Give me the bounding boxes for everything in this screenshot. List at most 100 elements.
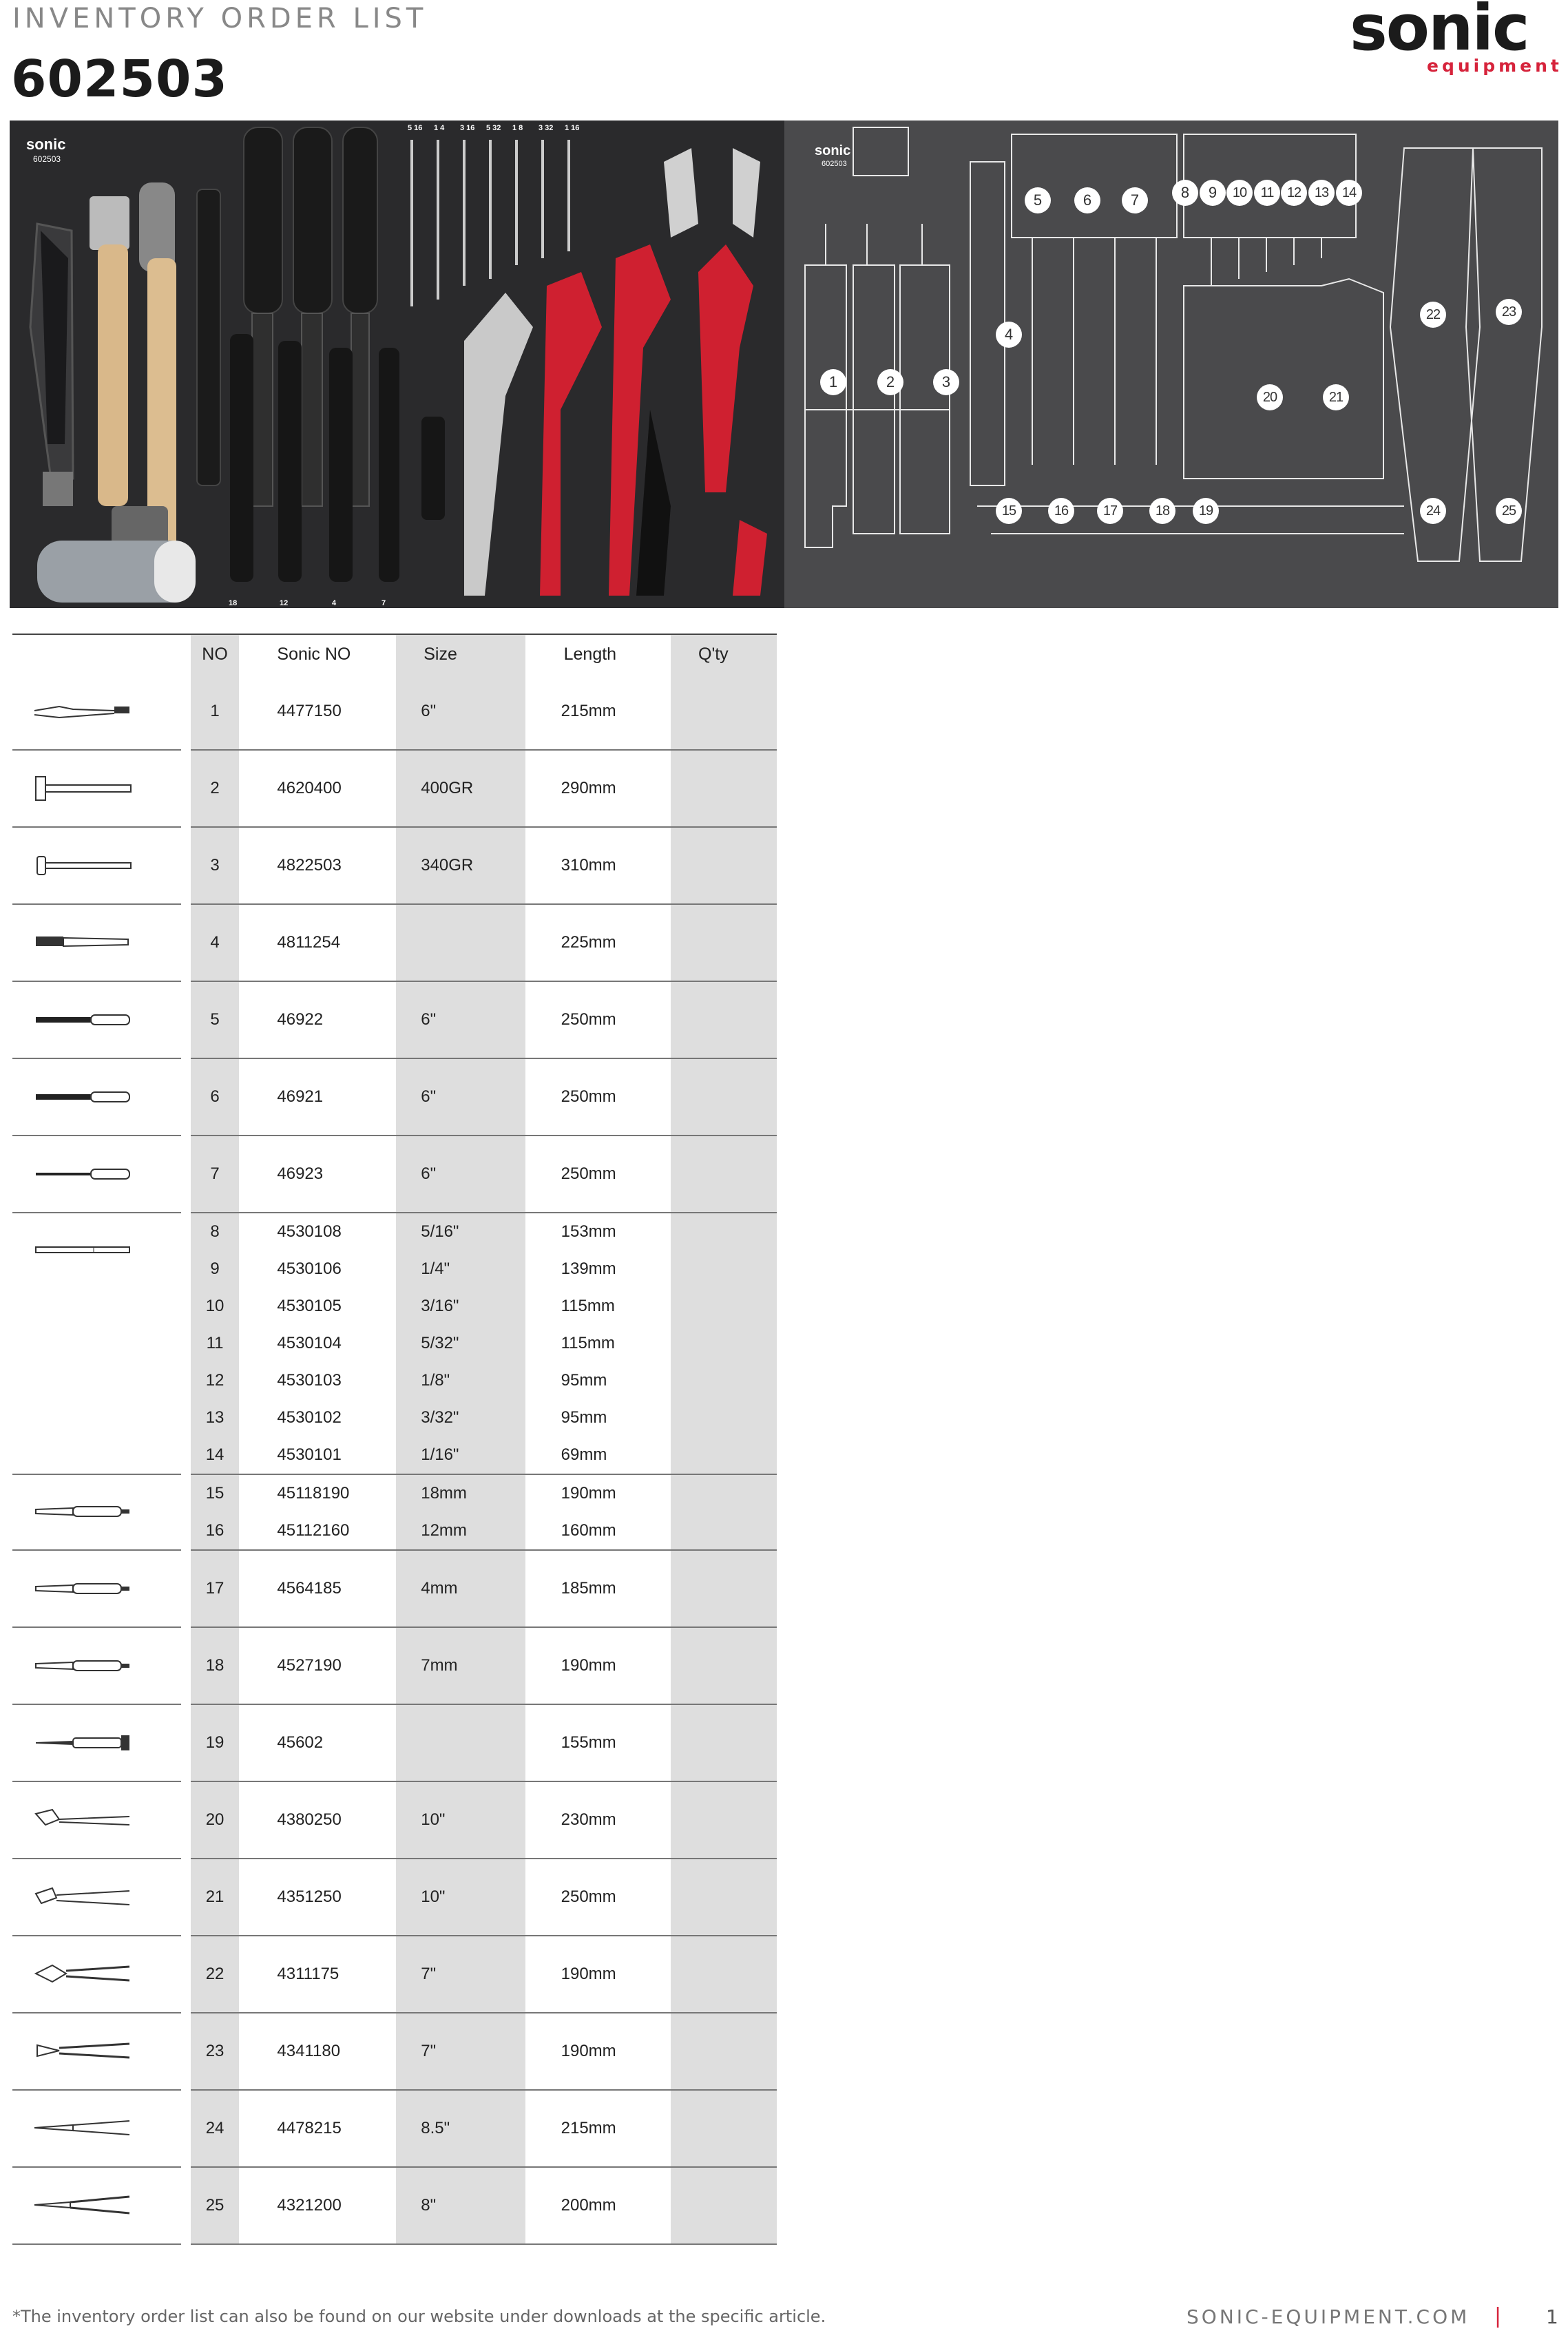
footer-website-link[interactable]: SONIC-EQUIPMENT.COM xyxy=(1187,2305,1470,2328)
tool-icon xyxy=(36,856,132,875)
qty-cell[interactable] xyxy=(671,1550,777,1628)
qty-cell[interactable] xyxy=(671,1436,777,1475)
qty-cell[interactable] xyxy=(671,1136,777,1213)
files xyxy=(243,127,378,507)
size-cell: 18mm xyxy=(396,1474,525,1512)
layout-badge-17: 17 xyxy=(1097,498,1123,524)
qty-cell[interactable] xyxy=(671,673,777,751)
qty-cell[interactable] xyxy=(671,1058,777,1136)
size-cell: 6" xyxy=(396,673,525,751)
item-thumbnail xyxy=(12,2090,182,2168)
sonic-no-cell: 46922 xyxy=(249,981,386,1059)
item-no-cell: 7 xyxy=(191,1136,239,1213)
logo-subtext: equipment xyxy=(1427,56,1562,76)
qty-cell[interactable] xyxy=(671,1399,777,1436)
layout-brand: sonic xyxy=(815,143,850,158)
qty-cell[interactable] xyxy=(671,1704,777,1782)
table-row: 1 4477150 6" 215mm xyxy=(12,673,777,751)
sonic-no-cell: 4530102 xyxy=(277,1408,342,1427)
item-no-cell: 1 xyxy=(191,673,239,751)
item-thumbnail xyxy=(12,1213,182,1475)
pin-mark-5: 1 8 xyxy=(512,124,523,132)
length-cell: 225mm xyxy=(536,904,660,982)
table-row: 22 4311175 7" 190mm xyxy=(12,1936,777,2013)
size-cell: 10" xyxy=(396,1859,525,1936)
pin-mark-1: 5 16 xyxy=(408,124,422,132)
qty-cell[interactable] xyxy=(671,750,777,828)
layout-badge-12: 12 xyxy=(1281,180,1307,206)
item-no-cell: 14 xyxy=(191,1436,239,1475)
item-no-cell: 18 xyxy=(191,1627,239,1705)
sonic-no-cell: 4811254 xyxy=(249,904,386,982)
size-cell xyxy=(396,904,525,982)
qty-cell[interactable] xyxy=(671,981,777,1059)
sonic-no-cell: 4380250 xyxy=(249,1781,386,1859)
table-row: 24 4478215 8.5" 215mm xyxy=(12,2090,777,2168)
photo-brand: sonic xyxy=(26,136,65,153)
tool-icon xyxy=(36,937,129,948)
chisel-mark-2: 12 xyxy=(280,599,288,607)
qty-cell[interactable] xyxy=(671,2167,777,2245)
item-no-cell: 17 xyxy=(191,1550,239,1628)
qty-cell[interactable] xyxy=(671,1859,777,1936)
length-cell: 250mm xyxy=(536,1859,660,1936)
layout-badge-3: 3 xyxy=(933,369,959,395)
qty-cell[interactable] xyxy=(671,1213,777,1251)
qty-cell[interactable] xyxy=(671,1936,777,2013)
item-thumbnail xyxy=(12,1474,182,1551)
header-image-col xyxy=(12,634,182,673)
layout-badge-11: 11 xyxy=(1254,180,1280,206)
length-cell: 200mm xyxy=(536,2167,660,2245)
item-thumbnail xyxy=(12,1859,182,1936)
qty-cell[interactable] xyxy=(671,827,777,905)
table-row: 7 46923 6" 250mm xyxy=(12,1136,777,1213)
length-cell: 215mm xyxy=(536,2090,660,2168)
layout-badge-8: 8 xyxy=(1172,180,1198,206)
layout-badge-25: 25 xyxy=(1496,498,1522,524)
item-no-cell: 9 xyxy=(191,1251,239,1288)
qty-cell[interactable] xyxy=(671,2090,777,2168)
sonic-no-cell: 4478215 xyxy=(249,2090,386,2168)
table-header-row: NO Sonic NO Size Length Q'ty xyxy=(12,634,777,673)
tool-icon xyxy=(36,2042,130,2059)
sonic-logo: sonic equipment xyxy=(1350,0,1563,79)
sonic-no-cell: 4477150 xyxy=(249,673,386,751)
item-thumbnail xyxy=(12,673,182,751)
qty-cell[interactable] xyxy=(671,1362,777,1399)
layout-badge-5: 5 xyxy=(1025,187,1051,213)
qty-cell[interactable] xyxy=(671,1288,777,1325)
qty-cell[interactable] xyxy=(671,1325,777,1362)
qty-cell[interactable] xyxy=(671,1627,777,1705)
item-no-cell: 24 xyxy=(191,2090,239,2168)
length-cell: 250mm xyxy=(536,1058,660,1136)
sonic-no-cell: 4822503 xyxy=(249,827,386,905)
tool-icon xyxy=(34,1887,130,1905)
chisel-mark-1: 18 xyxy=(229,599,237,607)
sonic-no-cell: 4530104 xyxy=(277,1334,342,1352)
length-cell: 190mm xyxy=(536,1936,660,2013)
qty-cell[interactable] xyxy=(671,1474,777,1512)
length-cell: 69mm xyxy=(536,1436,660,1475)
item-thumbnail xyxy=(12,2013,182,2091)
item-thumbnail xyxy=(12,1058,182,1136)
qty-cell[interactable] xyxy=(671,1251,777,1288)
table-row: 17 4564185 4mm 185mm xyxy=(12,1550,777,1628)
layout-badge-20: 20 xyxy=(1257,384,1283,410)
layout-badge-6: 6 xyxy=(1074,187,1100,213)
item-no-cell: 11 xyxy=(191,1325,239,1362)
tool-icon xyxy=(35,1660,129,1671)
size-cell: 1/16" xyxy=(396,1436,525,1475)
table-row: 25 4321200 8" 200mm xyxy=(12,2167,777,2245)
size-cell: 6" xyxy=(396,981,525,1059)
sonic-no-cell: 46923 xyxy=(249,1136,386,1213)
tool-icon xyxy=(36,1091,130,1102)
table-row: 8 4530108 5/16" 153mm xyxy=(12,1213,777,1475)
length-cell: 160mm xyxy=(536,1512,660,1551)
qty-cell[interactable] xyxy=(671,1512,777,1551)
qty-cell[interactable] xyxy=(671,1781,777,1859)
item-thumbnail xyxy=(12,750,182,828)
qty-cell[interactable] xyxy=(671,2013,777,2091)
item-no-cell: 12 xyxy=(191,1362,239,1399)
qty-cell[interactable] xyxy=(671,904,777,982)
table-row: 19 45602 155mm xyxy=(12,1704,777,1782)
